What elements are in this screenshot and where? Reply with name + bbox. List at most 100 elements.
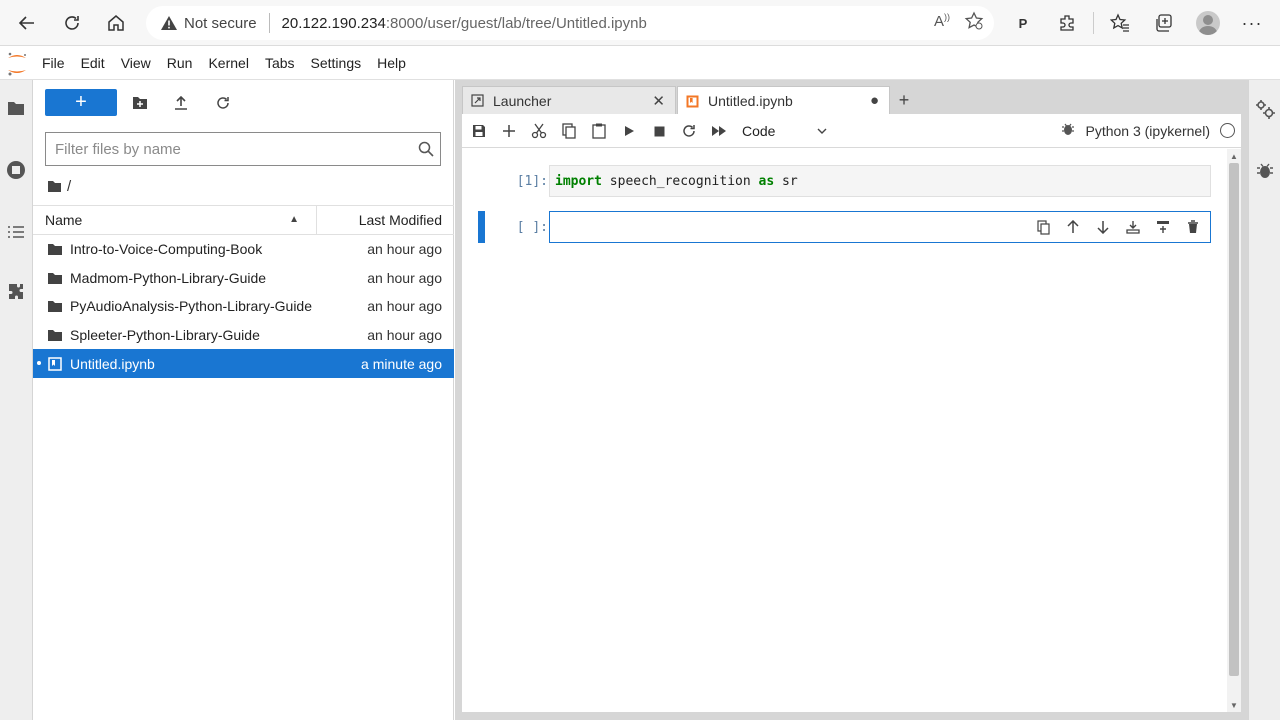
menu-edit[interactable]: Edit: [73, 47, 113, 80]
list-item[interactable]: Madmom-Python-Library-Guide an hour ago: [33, 264, 454, 293]
close-icon[interactable]: ✕: [652, 92, 665, 110]
running-sessions-icon[interactable]: [4, 158, 28, 182]
code-text: speech_recognition: [601, 173, 759, 189]
cell-prompt: [ ]:: [516, 220, 548, 235]
folder-icon[interactable]: [4, 96, 28, 120]
collections-icon[interactable]: [1146, 5, 1182, 41]
code-keyword: import: [555, 173, 602, 189]
debugger-icon[interactable]: [1061, 122, 1075, 139]
debugger-icon[interactable]: [1254, 160, 1276, 182]
new-folder-icon[interactable]: [128, 92, 152, 114]
menu-settings[interactable]: Settings: [303, 47, 370, 80]
running-indicator: [37, 361, 41, 366]
restart-icon[interactable]: [678, 120, 700, 142]
browser-toolbar: Not secure 20.122.190.234:8000/user/gues…: [0, 0, 1280, 46]
add-cell-icon[interactable]: [498, 120, 520, 142]
cell-editor[interactable]: import speech_recognition as sr: [549, 165, 1211, 197]
file-name: Madmom-Python-Library-Guide: [70, 269, 267, 286]
stop-icon[interactable]: [648, 120, 670, 142]
move-down-icon[interactable]: [1092, 216, 1114, 238]
list-item-selected[interactable]: Untitled.ipynb a minute ago: [33, 349, 454, 378]
scroll-down-icon[interactable]: ▼: [1229, 700, 1239, 710]
security-label: Not secure: [184, 14, 257, 32]
file-list-header: Name ▲ Last Modified: [33, 205, 454, 235]
upload-icon[interactable]: [169, 92, 193, 114]
extension-p-icon[interactable]: P: [1005, 5, 1041, 41]
refresh-icon[interactable]: [211, 92, 235, 114]
cell-editor[interactable]: [549, 211, 1211, 243]
property-inspector-icon[interactable]: [1254, 98, 1276, 120]
main-dock: Launcher ✕ Untitled.ipynb ● + Code Pytho…: [455, 80, 1248, 720]
notebook-scrollbar[interactable]: ▲ ▼: [1227, 149, 1241, 712]
filter-box: [45, 132, 441, 166]
paste-icon[interactable]: [588, 120, 610, 142]
folder-icon: [48, 243, 64, 256]
cell-toolbar: [1032, 216, 1204, 238]
security-warning[interactable]: Not secure: [160, 15, 257, 32]
duplicate-cell-icon[interactable]: [1032, 216, 1054, 238]
cell-type-value: Code: [742, 123, 776, 139]
toolbar-separator: [1093, 12, 1094, 34]
filter-files-input[interactable]: [46, 134, 412, 164]
file-list: Intro-to-Voice-Computing-Book an hour ag…: [33, 235, 454, 378]
extensions-icon[interactable]: [1049, 5, 1085, 41]
address-separator: [268, 13, 270, 33]
cut-icon[interactable]: [528, 120, 550, 142]
read-aloud-icon[interactable]: A)): [934, 12, 950, 30]
notebook-icon: [686, 95, 702, 108]
menu-view[interactable]: View: [113, 47, 159, 80]
favorite-add-icon[interactable]: [964, 11, 984, 31]
insert-above-icon[interactable]: [1152, 216, 1174, 238]
insert-below-icon[interactable]: [1122, 216, 1144, 238]
tab-launcher[interactable]: Launcher ✕: [462, 86, 676, 114]
tab-untitled-notebook[interactable]: Untitled.ipynb ●: [677, 86, 890, 115]
scroll-thumb[interactable]: [1229, 163, 1239, 676]
menu-kernel[interactable]: Kernel: [200, 47, 256, 80]
sort-ascending-icon: ▲: [289, 214, 299, 225]
table-of-contents-icon[interactable]: [4, 220, 28, 244]
more-icon[interactable]: ···: [1234, 5, 1270, 41]
delete-cell-icon[interactable]: [1182, 216, 1204, 238]
copy-icon[interactable]: [558, 120, 580, 142]
file-modified: a minute ago: [361, 355, 442, 372]
fast-forward-icon[interactable]: [708, 120, 730, 142]
save-icon[interactable]: [468, 120, 490, 142]
menu-bar: File Edit View Run Kernel Tabs Settings …: [0, 47, 1280, 80]
new-launcher-button[interactable]: +: [45, 89, 117, 116]
notebook-panel: Code Python 3 (ipykernel) [1]: import sp…: [462, 114, 1241, 712]
column-last-modified[interactable]: Last Modified: [317, 212, 454, 228]
list-item[interactable]: Spleeter-Python-Library-Guide an hour ag…: [33, 321, 454, 350]
launcher-icon: [471, 94, 487, 107]
profile-avatar[interactable]: [1190, 5, 1226, 41]
cell-type-select[interactable]: Code: [742, 121, 828, 141]
favorites-icon[interactable]: [1102, 5, 1138, 41]
extension-manager-icon[interactable]: [4, 280, 28, 304]
menu-file[interactable]: File: [34, 47, 73, 80]
menu-tabs[interactable]: Tabs: [257, 47, 303, 80]
folder-icon: [48, 329, 64, 342]
reload-icon[interactable]: [54, 5, 90, 41]
breadcrumb-root[interactable]: /: [67, 178, 71, 195]
back-icon[interactable]: [9, 5, 45, 41]
scroll-up-icon[interactable]: ▲: [1229, 151, 1239, 161]
menu-help[interactable]: Help: [369, 47, 414, 80]
add-tab-button[interactable]: +: [892, 88, 916, 112]
list-item[interactable]: Intro-to-Voice-Computing-Book an hour ag…: [33, 235, 454, 264]
address-bar[interactable]: Not secure 20.122.190.234:8000/user/gues…: [146, 6, 994, 40]
home-icon[interactable]: [98, 5, 134, 41]
notebook-icon: [48, 356, 64, 371]
notebook-toolbar: Code Python 3 (ipykernel): [462, 114, 1241, 148]
kernel-info: Python 3 (ipykernel): [1061, 122, 1235, 139]
kernel-name[interactable]: Python 3 (ipykernel): [1085, 123, 1210, 139]
list-item[interactable]: PyAudioAnalysis-Python-Library-Guide an …: [33, 292, 454, 321]
run-icon[interactable]: [618, 120, 640, 142]
file-name: Intro-to-Voice-Computing-Book: [70, 241, 263, 258]
move-up-icon[interactable]: [1062, 216, 1084, 238]
breadcrumb[interactable]: /: [47, 176, 71, 196]
right-sidebar: [1248, 80, 1280, 720]
unsaved-dot-icon[interactable]: ●: [870, 92, 879, 109]
tab-label: Launcher: [493, 92, 552, 109]
url-host: 20.122.190.234: [281, 14, 386, 32]
column-name[interactable]: Name ▲: [33, 206, 317, 234]
menu-run[interactable]: Run: [159, 47, 201, 80]
